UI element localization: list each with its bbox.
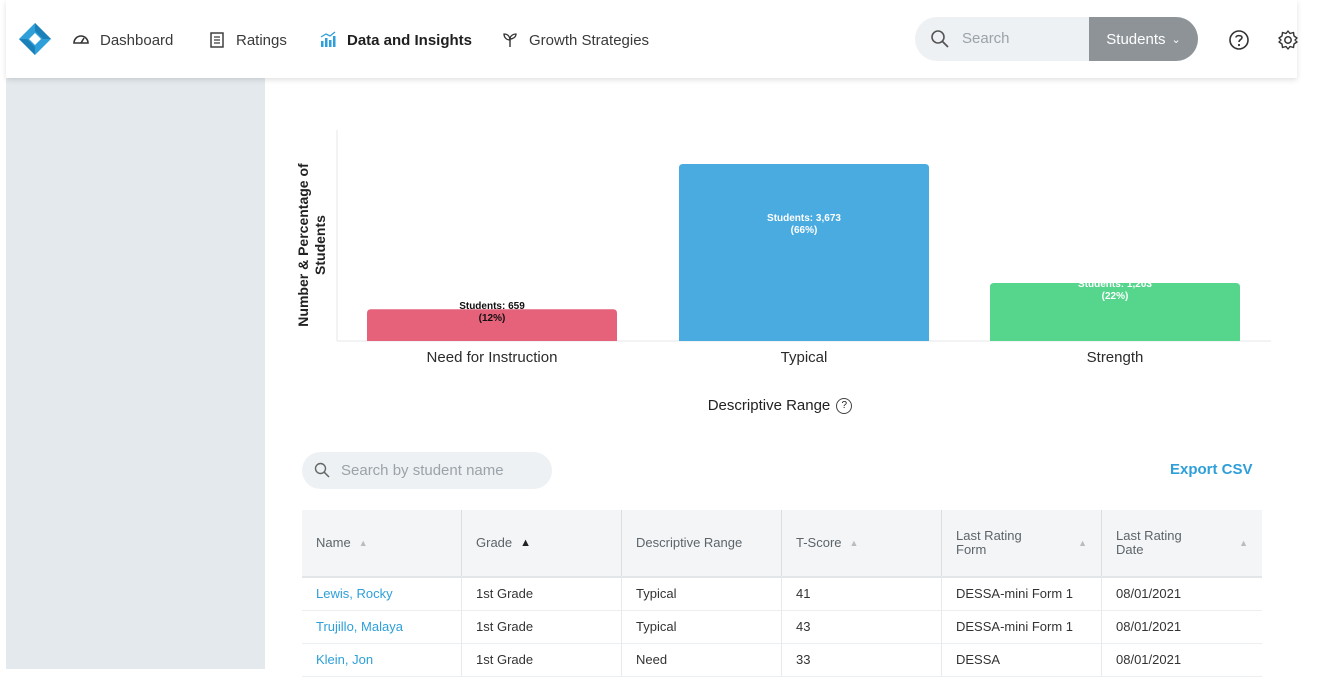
bar-data-label: Students: 659 (12%) xyxy=(367,301,617,325)
bar-chart-icon xyxy=(320,31,336,47)
student-search[interactable]: Search by student name xyxy=(302,452,552,489)
t-score-cell: 33 xyxy=(782,643,942,676)
column-header-descriptive-range[interactable]: Descriptive Range xyxy=(622,510,782,576)
column-t-score-label: T-Score xyxy=(796,535,842,550)
top-navigation-bar: Dashboard Ratings Data and Insights Grow… xyxy=(6,0,1299,78)
rating-date-cell: 08/01/2021 xyxy=(1116,652,1182,667)
rating-form-cell: DESSA-mini Form 1 xyxy=(942,610,1102,643)
app-logo-icon[interactable] xyxy=(18,22,52,56)
global-search-input[interactable]: Search xyxy=(962,30,1010,47)
column-header-last-rating-form[interactable]: Last Rating Form ▲ xyxy=(942,510,1102,576)
sprout-icon xyxy=(503,33,517,47)
rating-form-cell: DESSA xyxy=(942,643,1102,676)
grade-cell: 1st Grade xyxy=(462,643,622,676)
bar-count-label: Students: 1,203 xyxy=(1078,279,1152,291)
student-search-input[interactable]: Search by student name xyxy=(341,462,504,479)
search-scope-dropdown[interactable]: Students ⌄ xyxy=(1089,17,1198,61)
nav-ratings-label: Ratings xyxy=(236,31,287,49)
bar-percent-label: (22%) xyxy=(1101,291,1129,303)
column-grade-label: Grade xyxy=(476,535,513,550)
column-last-rating-date-label: Last Rating Date xyxy=(1116,528,1182,557)
t-score-cell: 41 xyxy=(782,577,942,610)
column-last-rating-form-label: Last Rating Form xyxy=(956,528,1022,557)
x-tick-label: Strength xyxy=(1086,349,1144,366)
chart-x-axis-title: Descriptive Range? xyxy=(650,397,910,415)
student-name-link[interactable]: Trujillo, Malaya xyxy=(302,610,462,643)
chart-x-axis-title-text: Descriptive Range xyxy=(707,397,831,414)
column-name-label: Name xyxy=(316,535,351,550)
rating-date-cell: 08/01/2021 xyxy=(1116,619,1182,634)
nav-growth-strategies[interactable]: Growth Strategies xyxy=(501,28,649,52)
bar-typical[interactable] xyxy=(679,164,929,341)
nav-ratings[interactable]: Ratings xyxy=(208,28,287,52)
column-descriptive-range-label: Descriptive Range xyxy=(636,535,743,550)
t-score-cell: 43 xyxy=(782,610,942,643)
search-scope-label: Students xyxy=(1106,30,1166,48)
rating-date-cell: 08/01/2021 xyxy=(1116,586,1182,601)
clipboard-icon xyxy=(210,32,224,48)
sort-up-icon: ▲ xyxy=(358,538,368,548)
descriptive-range-cell: Need xyxy=(622,643,782,676)
chevron-down-icon: ⌄ xyxy=(1171,33,1181,46)
sort-up-icon: ▲ xyxy=(1239,538,1248,548)
help-icon[interactable] xyxy=(1228,29,1250,51)
column-header-name[interactable]: Name ▲ xyxy=(302,510,462,576)
nav-dashboard-label: Dashboard xyxy=(100,31,174,49)
bar-data-label: Students: 1,203 (22%) xyxy=(990,279,1240,303)
info-icon[interactable]: ? xyxy=(836,398,853,415)
bar-count-label: Students: 659 xyxy=(459,301,525,313)
table-row[interactable]: Lewis, Rocky 1st Grade Typical 41 DESSA-mini… xyxy=(302,577,1262,611)
chart-y-axis-label: Number & Percentage of Students xyxy=(295,163,328,327)
table-row[interactable]: Trujillo, Malaya 1st Grade Typical 43 DESSA-… xyxy=(302,610,1262,644)
sort-up-active-icon: ▲ xyxy=(520,537,532,549)
search-icon xyxy=(314,462,330,478)
bar-percent-label: (12%) xyxy=(478,313,506,325)
export-csv-button[interactable]: Export CSV xyxy=(1170,461,1253,478)
nav-growth-strategies-label: Growth Strategies xyxy=(529,31,650,49)
nav-data-and-insights-label: Data and Insights xyxy=(347,31,473,49)
column-header-grade[interactable]: Grade ▲ xyxy=(462,510,622,576)
sort-up-icon: ▲ xyxy=(1078,538,1087,548)
nav-dashboard[interactable]: Dashboard xyxy=(72,28,173,52)
global-search: Search Students ⌄ xyxy=(915,17,1198,61)
bar-count-label: Students: 3,673 xyxy=(767,213,841,225)
students-table-header: Name ▲ Grade ▲ Descriptive Range T-Score ▲ … xyxy=(302,510,1262,578)
grade-cell: 1st Grade xyxy=(462,577,622,610)
student-name-link[interactable]: Klein, Jon xyxy=(302,643,462,676)
table-row[interactable]: Klein, Jon 1st Grade Need 33 DESSA 08/01/2021 xyxy=(302,643,1262,677)
column-header-t-score[interactable]: T-Score ▲ xyxy=(782,510,942,576)
descriptive-range-cell: Typical xyxy=(622,577,782,610)
gear-icon[interactable] xyxy=(1277,29,1299,51)
rating-form-cell: DESSA-mini Form 1 xyxy=(942,577,1102,610)
bar-data-label: Students: 3,673 (66%) xyxy=(679,213,929,237)
bar-percent-label: (66%) xyxy=(790,225,818,237)
x-tick-label: Need for Instruction xyxy=(426,349,558,366)
sort-up-icon: ▲ xyxy=(849,538,859,548)
student-name-link[interactable]: Lewis, Rocky xyxy=(302,577,462,610)
column-header-last-rating-date[interactable]: Last Rating Date ▲ xyxy=(1102,510,1262,576)
search-icon xyxy=(931,30,949,48)
grade-cell: 1st Grade xyxy=(462,610,622,643)
descriptive-range-cell: Typical xyxy=(622,610,782,643)
x-tick-label: Typical xyxy=(780,349,828,366)
gauge-icon xyxy=(73,35,89,44)
nav-data-and-insights[interactable]: Data and Insights xyxy=(319,28,472,52)
